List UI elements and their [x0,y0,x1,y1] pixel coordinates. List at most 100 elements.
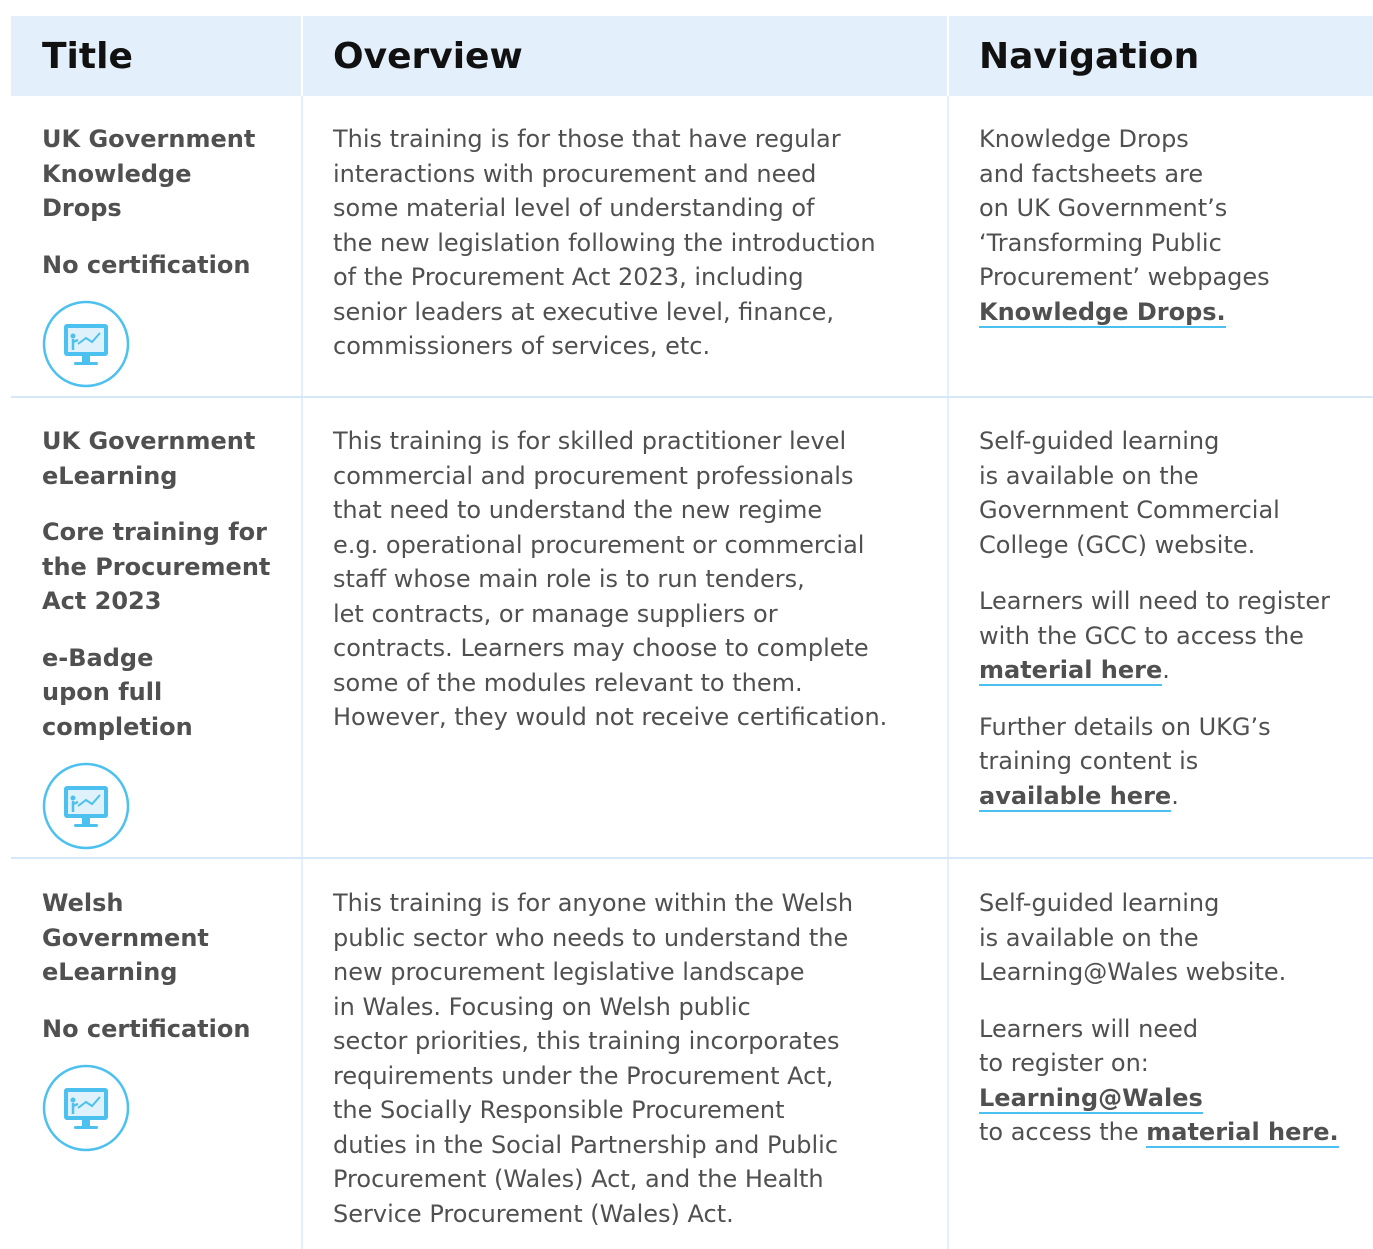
row-overview: This training is for anyone within the W… [333,886,933,1231]
certification-label: e-Badge upon full completion [42,641,282,745]
gcc-material-link[interactable]: material here [979,656,1163,686]
title-line: Drops [42,194,122,222]
column-divider [301,96,303,1249]
row-navigation: Self-guided learning is available on the… [979,424,1373,813]
row-navigation: Knowledge Drops and factsheets are on UK… [979,122,1373,329]
overview-line: requirements under the Procurement Act, [333,1061,834,1090]
cert-line: completion [42,712,193,741]
navigation-line: Self-guided learning [979,889,1220,917]
overview-line: new procurement legislative landscape [333,958,805,986]
overview-line: senior leaders at executive level, finan… [333,297,835,326]
overview-line: the new legislation following the introd… [333,228,876,257]
overview-line: sector priorities, this training incorpo… [333,1027,840,1055]
navigation-line: and factsheets are [979,159,1204,188]
navigation-line: on UK Government’s [979,194,1228,222]
certification-label: No certification [42,248,282,283]
title-line: Welsh [42,889,124,917]
title-line: Government [42,923,209,952]
overview-line: Procurement (Wales) Act, and the Health [333,1165,824,1193]
overview-line: let contracts, or manage suppliers or [333,599,778,628]
cert-line: e-Badge [42,643,154,672]
navigation-line: with the GCC to access the [979,621,1304,650]
punctuation: . [1171,781,1179,810]
overview-line: some material level of understanding of [333,194,815,222]
navigation-paragraph: Knowledge Drops and factsheets are on UK… [979,122,1373,329]
monitor-presentation-icon [42,300,130,388]
title-line: Knowledge [42,159,192,188]
navigation-line: Procurement’ webpages [979,263,1270,291]
navigation-line: Learning@Wales website. [979,958,1287,986]
navigation-line: Learners will need to register [979,587,1330,615]
row-title-cell: UK Government Knowledge Drops No certifi… [42,122,282,392]
overview-line: This training is for skilled practitione… [333,427,847,455]
row-divider [11,396,1373,398]
title-line: eLearning [42,958,178,986]
row-divider [11,857,1373,859]
subtitle-line: Core training for [42,518,267,546]
training-content-link[interactable]: available here [979,781,1172,812]
navigation-paragraph: Learners will need to register on: Learn… [979,1012,1373,1150]
overview-line: public sector who needs to understand th… [333,923,849,952]
navigation-line: Knowledge Drops [979,125,1189,153]
row-overview: This training is for those that have reg… [333,122,933,364]
punctuation: . [1162,656,1170,684]
knowledge-drops-link[interactable]: Knowledge Drops. [979,297,1226,328]
overview-line: of the Procurement Act 2023, including [333,263,804,291]
monitor-presentation-icon [42,1064,130,1152]
navigation-line: training content is [979,747,1199,775]
header-divider [301,16,303,96]
column-header-overview: Overview [333,36,523,77]
subtitle-line: Act 2023 [42,587,162,615]
row-title: Welsh Government eLearning [42,886,282,990]
navigation-paragraph: Learners will need to register with the … [979,584,1373,688]
overview-line: This training is for anyone within the W… [333,889,854,917]
header-divider [947,16,949,96]
row-subtitle: Core training for the Procurement Act 20… [42,515,282,619]
overview-line: the Socially Responsible Procurement [333,1096,785,1124]
row-title: UK Government eLearning [42,424,282,493]
navigation-paragraph: Further details on UKG’s training conten… [979,710,1373,814]
row-overview: This training is for skilled practitione… [333,424,933,735]
navigation-line: to register on: [979,1049,1149,1077]
navigation-line: is available on the [979,461,1199,490]
navigation-line: ‘Transforming Public [979,228,1222,257]
overview-line: Service Procurement (Wales) Act. [333,1199,734,1228]
certification-label: No certification [42,1012,282,1047]
column-header-title: Title [42,36,133,77]
subtitle-line: the Procurement [42,552,271,581]
row-navigation: Self-guided learning is available on the… [979,886,1373,1150]
navigation-line: to access the [979,1118,1147,1146]
navigation-paragraph: Self-guided learning is available on the… [979,886,1373,990]
title-line: UK Government [42,125,256,153]
overview-line: commissioners of services, etc. [333,332,711,360]
navigation-line: College (GCC) website. [979,530,1256,559]
overview-line: duties in the Social Partnership and Pub… [333,1130,839,1159]
overview-line: in Wales. Focusing on Welsh public [333,992,751,1021]
navigation-line: Self-guided learning [979,427,1220,455]
overview-line: some of the modules relevant to them. [333,668,803,697]
navigation-line: Learners will need [979,1014,1199,1043]
cert-line: upon full [42,678,163,706]
welsh-material-link[interactable]: material here. [1146,1118,1339,1148]
navigation-line: Government Commercial [979,496,1280,524]
row-title-cell: UK Government eLearning Core training fo… [42,424,282,854]
overview-line: e.g. operational procurement or commerci… [333,530,865,559]
overview-line: staff whose main role is to run tenders, [333,565,805,593]
navigation-line: Further details on UKG’s [979,712,1271,741]
row-title: UK Government Knowledge Drops [42,122,282,226]
title-line: UK Government [42,427,256,455]
overview-line: that need to understand the new regime [333,496,823,524]
column-header-navigation: Navigation [979,36,1200,77]
learning-wales-link[interactable]: Learning@Wales [979,1083,1203,1114]
table-header: Title Overview Navigation [11,16,1373,96]
navigation-line: is available on the [979,923,1199,952]
cert-line: No certification [42,250,251,279]
row-title-cell: Welsh Government eLearning No certificat… [42,886,282,1156]
overview-line: This training is for those that have reg… [333,125,841,153]
column-divider [947,96,949,1249]
monitor-presentation-icon [42,762,130,850]
overview-line: However, they would not receive certific… [333,703,888,731]
navigation-paragraph: Self-guided learning is available on the… [979,424,1373,562]
overview-line: interactions with procurement and need [333,159,817,188]
title-line: eLearning [42,461,178,490]
